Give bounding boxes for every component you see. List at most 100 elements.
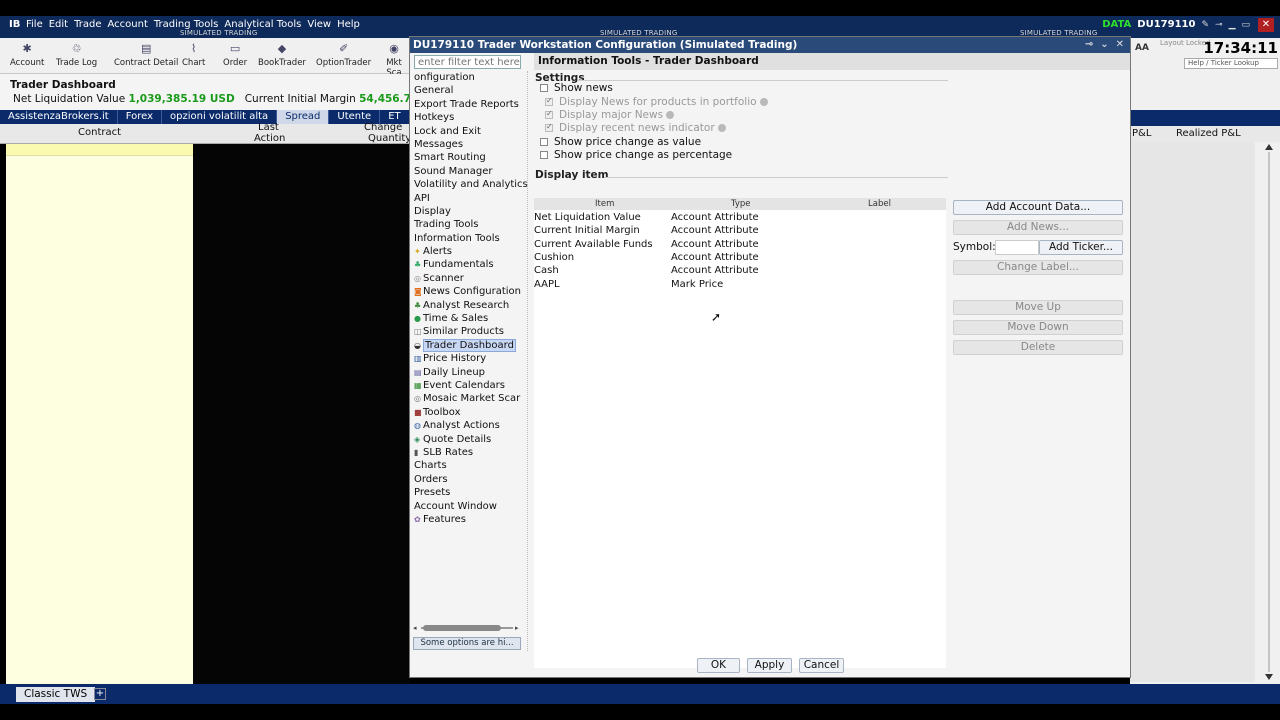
setting-display-major-news[interactable]: Display major News [545,109,675,121]
pin-icon[interactable]: ⊸ [1215,20,1223,30]
tree-item-export-trade-reports[interactable]: Export Trade Reports [410,98,528,111]
scroll-left-icon[interactable]: ◂ [413,624,417,632]
tree-item-similar-products[interactable]: ◫Similar Products [410,325,528,338]
tree-item-volatility-and-analytics[interactable]: Volatility and Analytics [410,178,528,191]
col-change[interactable]: Change [364,122,402,133]
tree-item-trading-tools[interactable]: Trading Tools [410,218,528,231]
menu-trade[interactable]: Trade [74,19,107,30]
add-news-button[interactable]: Add News... [953,220,1123,235]
col-quantity[interactable]: Quantity [368,133,411,144]
checkbox[interactable] [540,138,548,146]
tree-item-display[interactable]: Display [410,205,528,218]
tab-forex[interactable]: Forex [118,110,163,124]
tree-item-account-window[interactable]: Account Window [410,500,528,513]
setting-display-news-for-products-in-portfolio[interactable]: Display News for products in portfolio [545,96,768,108]
tree-item-trader-dashboard[interactable]: ◒ Trader Dashboard [410,338,528,352]
tree-item-fundamentals[interactable]: ♣ Fundamentals [410,258,528,271]
menu-view[interactable]: View [307,19,337,30]
maximize-icon[interactable]: ▭ [1241,20,1250,30]
filter-input[interactable] [414,55,521,69]
col-last[interactable]: Last [258,122,279,133]
info-icon[interactable] [666,111,675,119]
tree-item-analyst-research[interactable]: ♣ Analyst Research [410,299,528,312]
checkbox[interactable] [540,84,548,92]
tree-horizontal-scrollbar[interactable]: ◂ ▸ [413,624,521,632]
tree-item-slb-rates[interactable]: ▮ SLB Rates [410,446,528,459]
col-action[interactable]: Action [254,133,285,144]
table-row[interactable]: Current Initial Margin Account Attribute [534,225,946,238]
table-row[interactable]: AAPL Mark Price [534,279,946,292]
vertical-scrollbar[interactable] [1264,144,1274,680]
toolbar-trade-log-button[interactable]: ♲ Trade Log [56,42,97,68]
checkbox[interactable] [545,96,553,106]
checkbox[interactable] [540,151,548,159]
tree-item-alerts[interactable]: ✦ Alerts [410,245,528,258]
tree-item-hotkeys[interactable]: Hotkeys [410,111,528,124]
tree-item-sound-manager[interactable]: Sound Manager [410,165,528,178]
col-contract[interactable]: Contract [78,127,121,138]
setting-display-recent-news-indicator[interactable]: Display recent news indicator [545,122,726,134]
tab-spread[interactable]: Spread [277,110,330,124]
tree-item-features[interactable]: ✿ Features [410,513,528,526]
tree-item-time-sales[interactable]: ● Time & Sales [410,312,528,325]
menu-file[interactable]: File [26,19,49,30]
table-row[interactable]: Net Liquidation Value Account Attribute [534,212,946,225]
toolbar-contract-detail-button[interactable]: ▤ Contract Detail [114,42,178,68]
tree-item-api[interactable]: API [410,192,528,205]
tree-item-lock-and-exit[interactable]: Lock and Exit [410,125,528,138]
toolbar-optiontrader-button[interactable]: ✐ OptionTrader [316,42,371,68]
col-label[interactable]: Label [868,199,891,209]
menu-edit[interactable]: Edit [49,19,74,30]
setting-show-news[interactable]: Show news [540,82,613,94]
add-account-data-button[interactable]: Add Account Data... [953,200,1123,215]
change-label-button[interactable]: Change Label... [953,260,1123,275]
tab-assistenzabrokers[interactable]: AssistenzaBrokers.it [0,110,118,124]
setting-show-price-change-as-percentage[interactable]: Show price change as percentage [540,149,732,161]
add-ticker-button[interactable]: Add Ticker... [1039,240,1123,255]
cancel-button[interactable]: Cancel [799,658,844,673]
tree-item-scanner[interactable]: ◎ Scanner [410,272,528,285]
info-icon[interactable] [759,98,768,106]
col-pl[interactable]: P&L [1132,128,1151,139]
tree-item-mosaic-market-scar[interactable]: ◎ Mosaic Market Scar [410,392,528,405]
table-row[interactable]: Cash Account Attribute [534,265,946,278]
tree-item-event-calendars[interactable]: ▦Event Calendars [410,379,528,392]
tree-item-analyst-actions[interactable]: ◍ Analyst Actions [410,419,528,432]
scroll-right-icon[interactable]: ▸ [515,624,519,632]
close-icon[interactable]: ✕ [1116,39,1124,50]
font-size-icon[interactable]: AA [1135,43,1149,53]
table-row[interactable] [6,144,193,156]
tree-item-quote-details[interactable]: ◈ Quote Details [410,433,528,446]
tree-item-information-tools[interactable]: Information Tools [410,232,528,245]
toolbar-account-button[interactable]: ✱ Account [10,42,44,68]
pin-icon[interactable]: ⊸ [1085,39,1093,50]
tab-classic-tws[interactable]: Classic TWS [16,687,96,702]
table-row[interactable]: Cushion Account Attribute [534,252,946,265]
move-up-button[interactable]: Move Up [953,300,1123,315]
tree-item-onfiguration[interactable]: onfiguration [410,71,528,84]
some-options-hidden-button[interactable]: Some options are hi... [413,637,521,650]
checkbox[interactable] [545,122,553,132]
menu-account[interactable]: Account [108,19,154,30]
minimize-icon[interactable]: ▁ [1229,20,1236,30]
tree-item-toolbox[interactable]: ■Toolbox [410,406,528,419]
tree-item-smart-routing[interactable]: Smart Routing [410,151,528,164]
checkbox[interactable] [545,109,553,119]
setting-show-price-change-as-value[interactable]: Show price change as value [540,136,701,148]
toolbar-order-button[interactable]: ▭ Order [223,42,247,68]
delete-button[interactable]: Delete [953,340,1123,355]
tree-item-messages[interactable]: Messages [410,138,528,151]
toolbar-mkt-scanner-button[interactable]: ◉ Mkt Sca [378,42,410,78]
tree-item-orders[interactable]: Orders [410,473,528,486]
tree-item-daily-lineup[interactable]: ▤Daily Lineup [410,366,528,379]
table-row[interactable]: Current Available Funds Account Attribute [534,239,946,252]
help-ticker-lookup-input[interactable]: Help / Ticker Lookup [1184,58,1278,69]
tree-item-charts[interactable]: Charts [410,459,528,472]
contract-column[interactable] [6,144,193,684]
tree-item-presets[interactable]: Presets [410,486,528,499]
add-tab-button[interactable]: + [94,688,106,700]
info-icon[interactable] [717,124,726,132]
chevron-down-icon[interactable]: ⌄ [1100,39,1108,50]
toolbar-chart-button[interactable]: ⌇ Chart [182,42,205,68]
tree-item-price-history[interactable]: ▥Price History [410,352,528,365]
